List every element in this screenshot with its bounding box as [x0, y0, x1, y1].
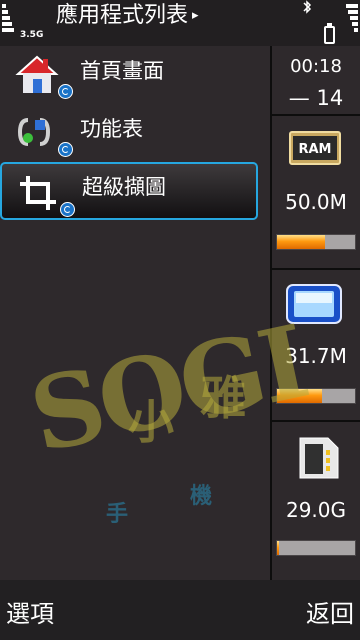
ram-chip-icon: RAM	[286, 128, 344, 168]
battery-icon	[324, 23, 335, 44]
status-bar: 3.5G 應用程式列表 ▸	[0, 0, 360, 46]
softkey-bar: 選項 返回	[0, 580, 360, 640]
network-type: 3.5G	[20, 30, 44, 40]
ram-meter	[276, 234, 356, 250]
list-item-label: 功能表	[80, 117, 143, 141]
watermark-char: 機	[190, 484, 213, 509]
sync-badge-icon	[58, 142, 73, 157]
panel-divider	[270, 114, 360, 116]
title-arrow-icon: ▸	[192, 8, 199, 23]
memory-card-value: 29.0G	[285, 498, 347, 522]
home-icon	[14, 54, 60, 96]
watermark-char: 雅	[200, 371, 246, 425]
back-softkey[interactable]: 返回	[306, 594, 354, 629]
panel-divider	[270, 268, 360, 270]
watermark-char: 手	[106, 502, 129, 527]
clock-date: — 14	[288, 86, 344, 110]
menu-icon	[14, 112, 60, 154]
watermark-char: 小	[128, 395, 174, 449]
memory-card-icon	[296, 434, 342, 482]
memory-card-meter-fill	[277, 541, 280, 555]
ram-chip-label: RAM	[298, 142, 331, 157]
sync-badge-icon	[60, 202, 75, 217]
ram-value: 50.0M	[285, 190, 347, 214]
memory-card-meter	[276, 540, 356, 556]
battery-level-icon	[346, 4, 358, 34]
clock-time: 00:18	[290, 56, 342, 77]
list-item-label: 超級擷圖	[82, 175, 166, 199]
bluetooth-icon	[302, 0, 312, 17]
crop-icon	[16, 172, 62, 214]
list-item-super-screenshot[interactable]: 超級擷圖	[0, 162, 258, 220]
sync-badge-icon	[58, 84, 73, 99]
app-title[interactable]: 應用程式列表 ▸	[56, 2, 199, 30]
list-item-menu[interactable]: 功能表	[0, 104, 258, 162]
list-item-home-screen[interactable]: 首頁畫面	[0, 46, 258, 104]
title-text: 應用程式列表	[56, 3, 189, 28]
list-item-label: 首頁畫面	[80, 59, 164, 83]
signal-strength-icon	[2, 4, 14, 34]
ram-meter-fill	[277, 235, 326, 249]
options-softkey[interactable]: 選項	[6, 594, 54, 629]
